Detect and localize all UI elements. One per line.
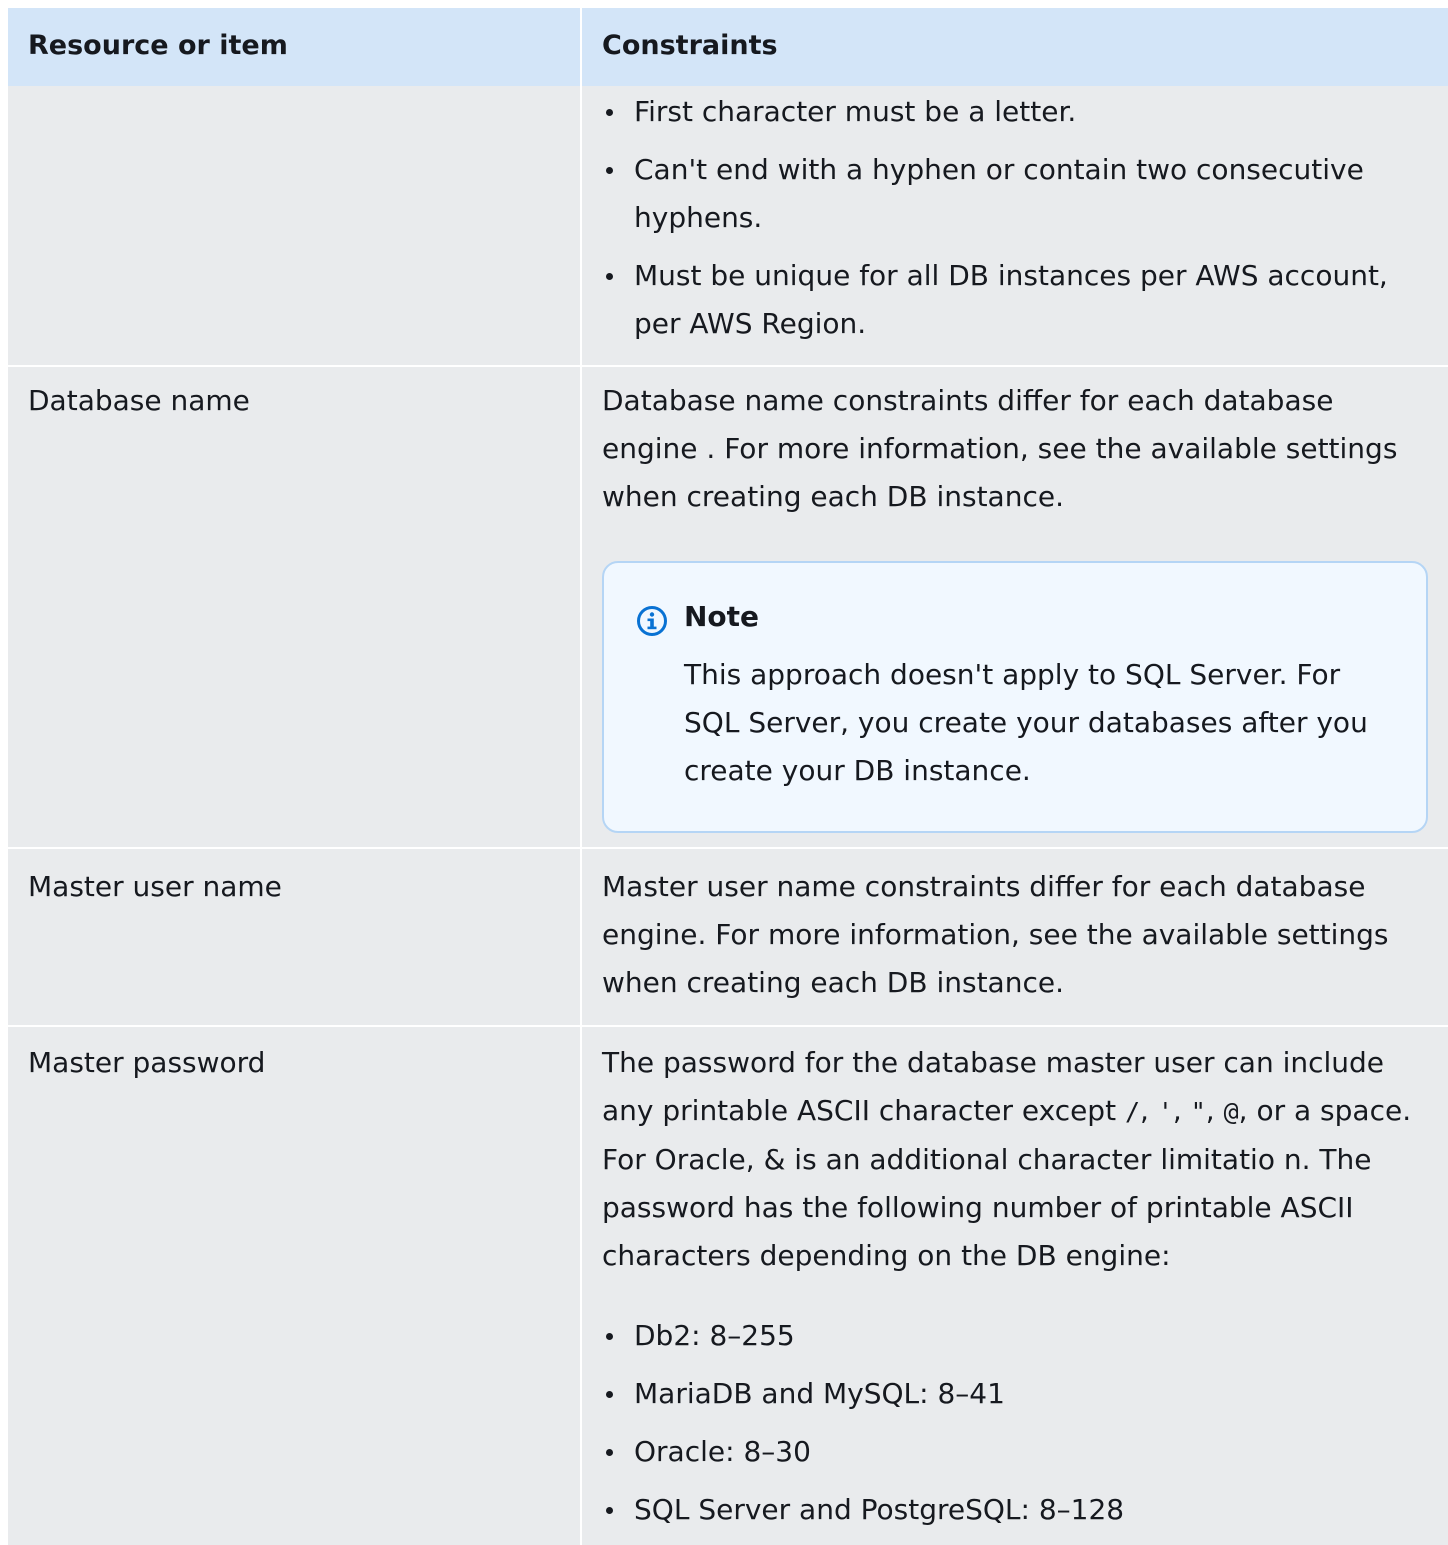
column-header-resource: Resource or item: [8, 8, 582, 86]
code-at: @: [1223, 1097, 1239, 1126]
table-header-row: Resource or item Constraints: [8, 8, 1448, 86]
list-item: Can't end with a hyphen or contain two c…: [602, 146, 1428, 242]
list-item: Oracle: 8–30: [602, 1428, 1428, 1476]
table-row: Database name Database name constraints …: [8, 365, 1448, 847]
constraints-cell: Database name constraints differ for eac…: [582, 367, 1448, 847]
table-row: Master password The password for the dat…: [8, 1025, 1448, 1545]
list-item: Db2: 8–255: [602, 1312, 1428, 1360]
note-title: Note: [684, 600, 760, 633]
constraints-table: Resource or item Constraints First chara…: [8, 8, 1448, 1545]
text-separator: ,: [1205, 1094, 1224, 1127]
resource-cell: [8, 86, 582, 365]
note-box: Note This approach doesn't apply to SQL …: [602, 561, 1428, 833]
resource-cell: Master user name: [8, 849, 582, 1025]
constraint-list: First character must be a letter. Can't …: [602, 88, 1428, 348]
code-single-quote: ': [1157, 1097, 1173, 1126]
column-header-constraints: Constraints: [602, 30, 778, 61]
list-item: Must be unique for all DB instances per …: [602, 252, 1428, 348]
table-row: First character must be a letter. Can't …: [8, 86, 1448, 365]
list-item: MariaDB and MySQL: 8–41: [602, 1370, 1428, 1418]
text-separator: ,: [1172, 1094, 1191, 1127]
text-separator: ,: [1140, 1094, 1158, 1127]
resource-cell: Database name: [8, 367, 582, 847]
code-double-quote: ": [1190, 1097, 1206, 1126]
list-item: SQL Server and PostgreSQL: 8–128: [602, 1486, 1428, 1534]
code-slash: /: [1124, 1097, 1141, 1126]
resource-cell: Master password: [8, 1027, 582, 1545]
info-icon: [637, 606, 667, 636]
constraints-cell: Master user name constraints differ for …: [602, 870, 1389, 999]
code-ampersand: &: [763, 1143, 786, 1176]
note-body: This approach doesn't apply to SQL Serve…: [684, 658, 1368, 787]
constraint-text: Database name constraints differ for eac…: [602, 384, 1398, 513]
table-row: Master user name Master user name constr…: [8, 847, 1448, 1025]
list-item: First character must be a letter.: [602, 88, 1428, 136]
constraints-cell: The password for the database master use…: [582, 1027, 1448, 1545]
constraint-text: The password for the database master use…: [602, 1039, 1428, 1280]
engine-length-list: Db2: 8–255 MariaDB and MySQL: 8–41 Oracl…: [602, 1312, 1428, 1534]
constraints-cell: First character must be a letter. Can't …: [582, 86, 1448, 365]
